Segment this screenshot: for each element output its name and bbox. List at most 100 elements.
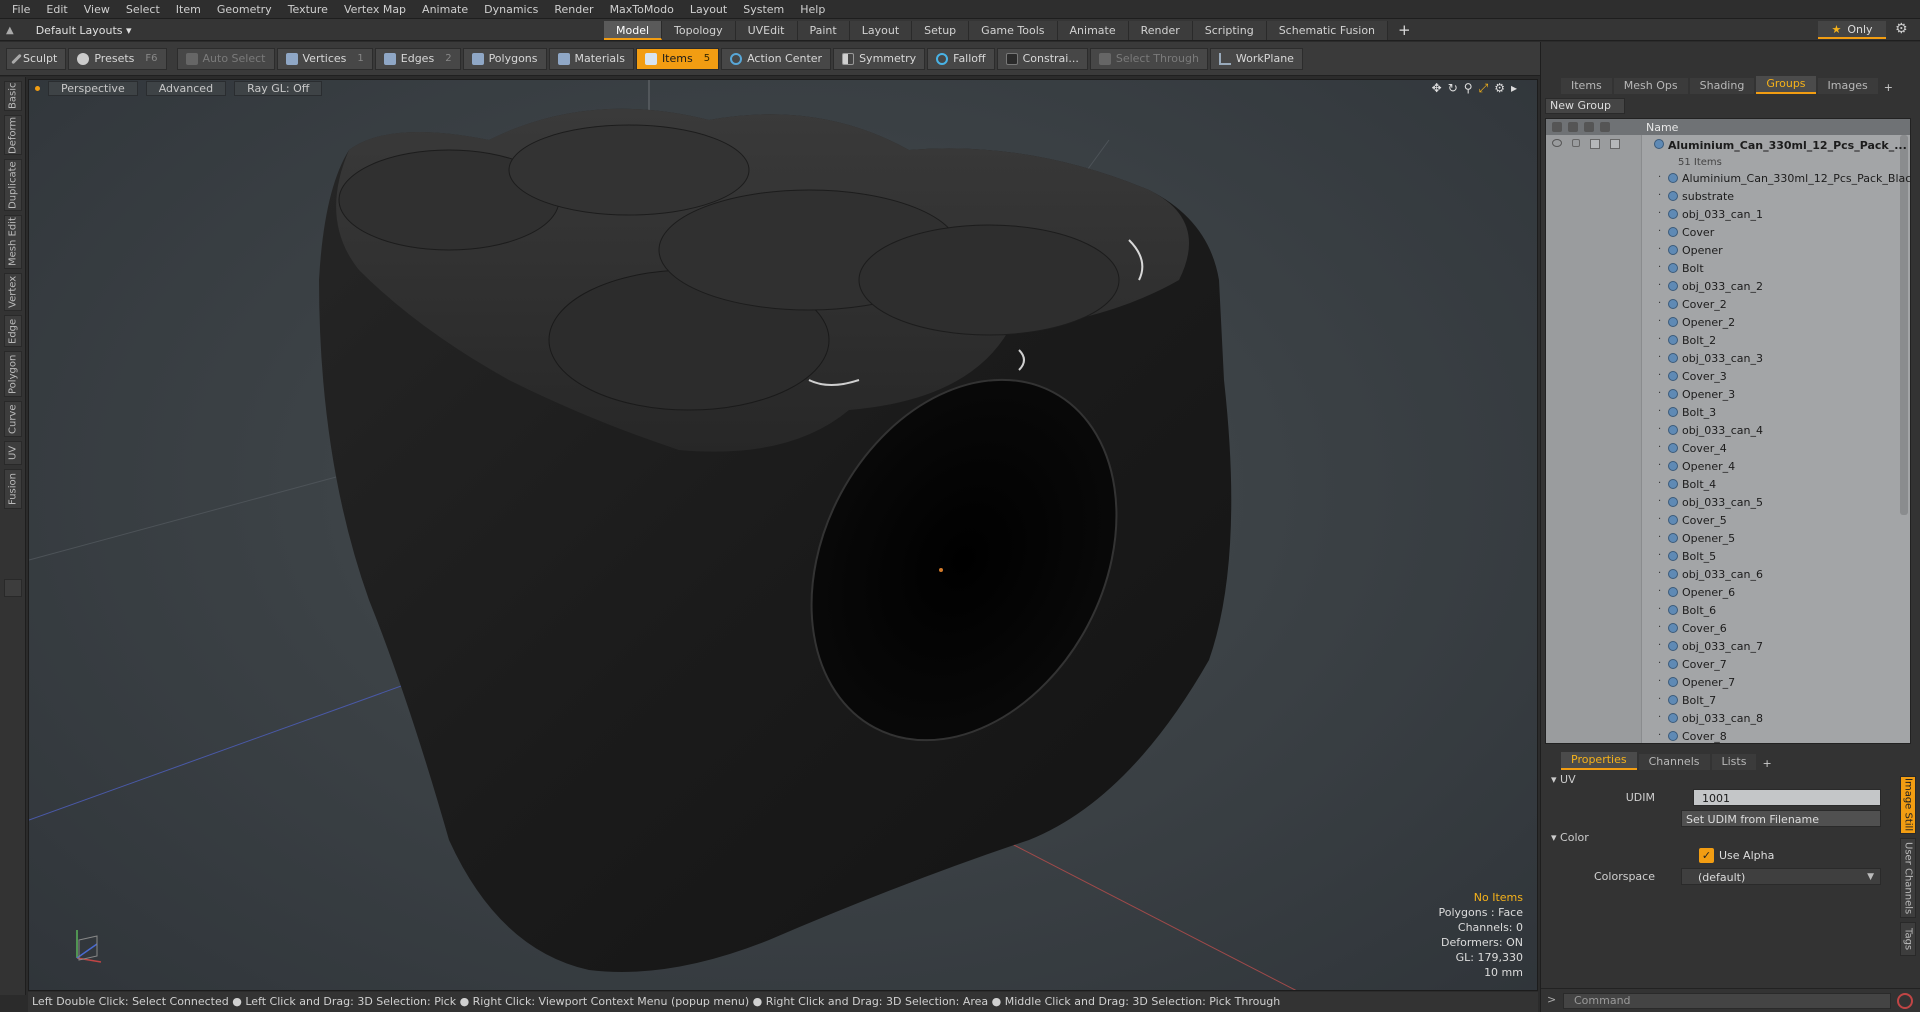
tree-item-row[interactable]: · Opener_2 xyxy=(1546,313,1910,331)
tree-item-row[interactable]: · Cover_3 xyxy=(1546,367,1910,385)
select-column-icon[interactable] xyxy=(1600,122,1610,132)
viewport-settings-icon[interactable]: ⚙ xyxy=(1494,81,1505,96)
tree-item-row[interactable]: · Cover_4 xyxy=(1546,439,1910,457)
presets-button[interactable]: Presets F6 xyxy=(68,47,167,70)
falloff-button[interactable]: Falloff xyxy=(927,47,995,70)
add-prop-tab-icon[interactable]: + xyxy=(1758,757,1775,770)
tree-item-row[interactable]: · Opener_4 xyxy=(1546,457,1910,475)
auto-select-button[interactable]: Auto Select xyxy=(176,47,275,70)
menu-system[interactable]: System xyxy=(735,0,792,19)
tree-item-row[interactable]: · substrate xyxy=(1546,187,1910,205)
vtab-extra[interactable] xyxy=(4,579,22,597)
tab-render[interactable]: Render xyxy=(1128,21,1193,40)
fit-view-icon[interactable]: ⤢ xyxy=(1479,81,1489,96)
tree-item-row[interactable]: · Opener xyxy=(1546,241,1910,259)
move-view-icon[interactable]: ✥ xyxy=(1432,81,1442,96)
colorspace-select[interactable]: (default) ▼ xyxy=(1681,868,1881,885)
menu-file[interactable]: File xyxy=(4,0,38,19)
tree-item-row[interactable]: · obj_033_can_2 xyxy=(1546,277,1910,295)
menu-dynamics[interactable]: Dynamics xyxy=(476,0,546,19)
render-column-icon[interactable] xyxy=(1568,122,1578,132)
tree-root-row[interactable]: ▾ Aluminium_Can_330ml_12_Pcs_Pack_... xyxy=(1546,135,1910,155)
collapse-arrow-icon[interactable]: ▲ xyxy=(6,25,14,36)
tree-item-row[interactable]: · Cover_7 xyxy=(1546,655,1910,673)
tab-model[interactable]: Model xyxy=(604,21,663,40)
tab-paint[interactable]: Paint xyxy=(797,21,850,40)
checkbox-icon[interactable] xyxy=(1590,139,1600,149)
items-button[interactable]: Items 5 xyxy=(635,47,720,70)
materials-button[interactable]: Materials xyxy=(548,47,634,70)
tree-item-row[interactable]: · Bolt_7 xyxy=(1546,691,1910,709)
add-panel-tab-icon[interactable]: + xyxy=(1880,81,1897,94)
lock-column-icon[interactable] xyxy=(1584,122,1594,132)
3d-viewport[interactable]: Perspective Advanced Ray GL: Off ✥ ↻ ⚲ ⤢… xyxy=(28,79,1538,991)
menu-help[interactable]: Help xyxy=(792,0,833,19)
command-input[interactable]: Command xyxy=(1563,993,1891,1009)
vtab-tags[interactable]: Tags xyxy=(1900,922,1916,956)
tab-channels[interactable]: Channels xyxy=(1638,754,1710,770)
tree-item-row[interactable]: · Opener_3 xyxy=(1546,385,1910,403)
menu-texture[interactable]: Texture xyxy=(280,0,336,19)
tree-name-column[interactable]: Name xyxy=(1642,121,1678,134)
tree-item-row[interactable]: · Cover_6 xyxy=(1546,619,1910,637)
tab-uvedit[interactable]: UVEdit xyxy=(735,21,798,40)
workplane-button[interactable]: WorkPlane xyxy=(1209,47,1303,70)
tree-item-row[interactable]: · Bolt_3 xyxy=(1546,403,1910,421)
vtab-polygon[interactable]: Polygon xyxy=(4,351,22,397)
tree-item-row[interactable]: · obj_033_can_8 xyxy=(1546,709,1910,727)
shading-mode-button[interactable]: Advanced xyxy=(145,81,227,96)
tree-item-row[interactable]: · obj_033_can_7 xyxy=(1546,637,1910,655)
tree-item-row[interactable]: · Aluminium_Can_330ml_12_Pcs_Pack_Black xyxy=(1546,169,1910,187)
menu-item[interactable]: Item xyxy=(168,0,209,19)
view-mode-button[interactable]: Perspective xyxy=(48,81,138,96)
menu-edit[interactable]: Edit xyxy=(38,0,75,19)
menu-vertex-map[interactable]: Vertex Map xyxy=(336,0,414,19)
raygl-button[interactable]: Ray GL: Off xyxy=(234,81,323,96)
menu-layout[interactable]: Layout xyxy=(682,0,735,19)
tab-mesh-ops[interactable]: Mesh Ops xyxy=(1613,78,1688,94)
tree-item-row[interactable]: · Cover_5 xyxy=(1546,511,1910,529)
uv-section[interactable]: ▾ UV xyxy=(1545,772,1885,788)
tree-item-row[interactable]: · obj_033_can_3 xyxy=(1546,349,1910,367)
menu-maxtomodo[interactable]: MaxToModo xyxy=(602,0,682,19)
vertices-button[interactable]: Vertices 1 xyxy=(276,47,373,70)
udim-field[interactable]: 1001 xyxy=(1693,789,1881,806)
vtab-uv[interactable]: UV xyxy=(4,441,22,465)
vtab-fusion[interactable]: Fusion xyxy=(4,469,22,509)
constraints-button[interactable]: Constrai... xyxy=(996,47,1088,70)
tab-lists[interactable]: Lists xyxy=(1711,754,1757,770)
action-center-button[interactable]: Action Center xyxy=(721,47,832,70)
select-through-button[interactable]: Select Through xyxy=(1089,47,1208,70)
add-tab-icon[interactable]: + xyxy=(1388,21,1421,40)
tab-topology[interactable]: Topology xyxy=(662,21,736,40)
vtab-image-still[interactable]: Image Still xyxy=(1900,776,1916,834)
gear-icon[interactable]: ⚙ xyxy=(1895,21,1908,37)
tree-item-row[interactable]: · Cover_8 xyxy=(1546,727,1910,743)
tree-item-row[interactable]: · Cover_2 xyxy=(1546,295,1910,313)
tree-item-row[interactable]: · Bolt_4 xyxy=(1546,475,1910,493)
tree-item-row[interactable]: · obj_033_can_4 xyxy=(1546,421,1910,439)
zoom-view-icon[interactable]: ⚲ xyxy=(1464,81,1473,96)
vtab-curve[interactable]: Curve xyxy=(4,401,22,437)
vtab-user-channels[interactable]: User Channels xyxy=(1900,838,1916,918)
vtab-duplicate[interactable]: Duplicate xyxy=(4,159,22,211)
symmetry-button[interactable]: Symmetry xyxy=(833,47,926,70)
vtab-basic[interactable]: Basic xyxy=(4,81,22,111)
tab-animate[interactable]: Animate xyxy=(1057,21,1129,40)
tree-item-row[interactable]: · Opener_5 xyxy=(1546,529,1910,547)
tree-item-row[interactable]: · obj_033_can_6 xyxy=(1546,565,1910,583)
layouts-dropdown[interactable]: ▲ Default Layouts ▾ xyxy=(6,21,132,39)
vtab-mesh-edit[interactable]: Mesh Edit xyxy=(4,215,22,269)
tree-item-row[interactable]: · obj_033_can_1 xyxy=(1546,205,1910,223)
tab-items[interactable]: Items xyxy=(1561,78,1612,94)
tree-item-row[interactable]: · obj_033_can_5 xyxy=(1546,493,1910,511)
rotate-view-icon[interactable]: ↻ xyxy=(1448,81,1458,96)
tree-item-row[interactable]: · Bolt_6 xyxy=(1546,601,1910,619)
menu-view[interactable]: View xyxy=(76,0,118,19)
viewport-expand-icon[interactable]: ▸ xyxy=(1511,81,1517,96)
polygons-button[interactable]: Polygons xyxy=(462,47,547,70)
tab-images[interactable]: Images xyxy=(1817,78,1878,94)
use-alpha-checkbox[interactable]: ✓ xyxy=(1699,848,1714,863)
visibility-column-icon[interactable] xyxy=(1552,122,1562,132)
menu-render[interactable]: Render xyxy=(546,0,601,19)
